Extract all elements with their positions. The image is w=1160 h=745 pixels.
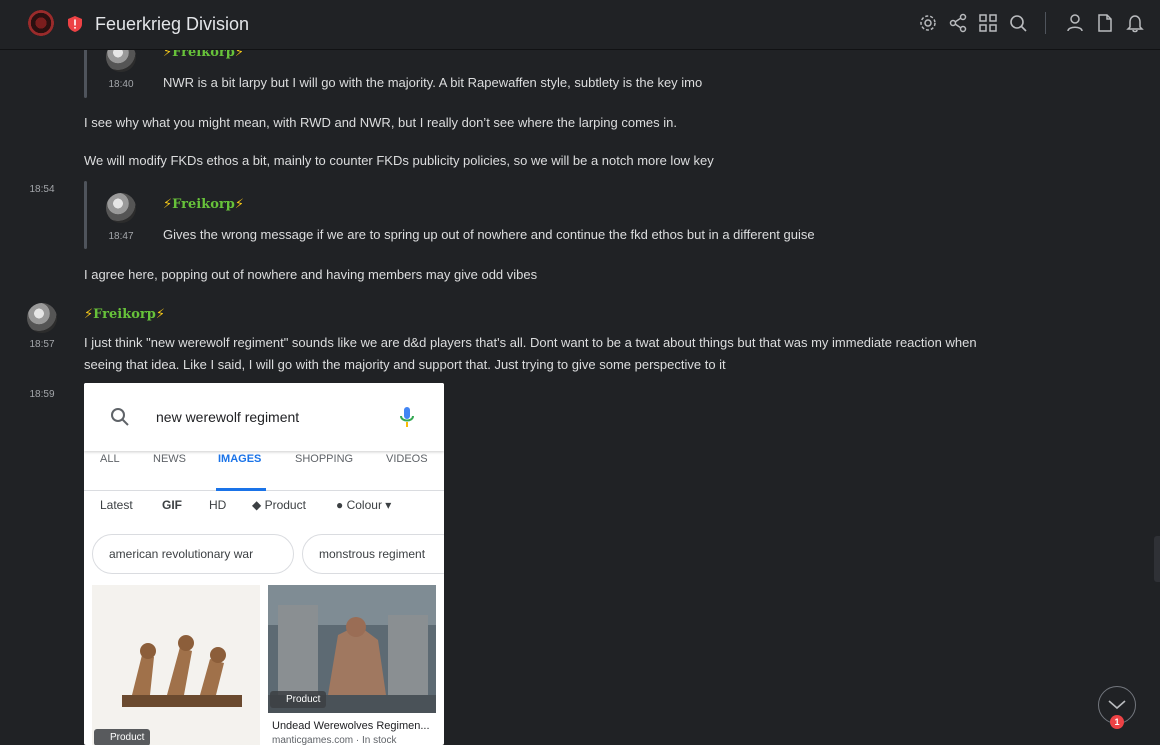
- toolbar-divider: [1045, 12, 1046, 34]
- mic-icon: [400, 407, 414, 427]
- product-badge: Product: [270, 691, 327, 708]
- tab-all: ALL: [100, 453, 120, 465]
- chevron-down-icon: [1108, 700, 1126, 710]
- result-thumbnail: [92, 585, 260, 745]
- quoted-text: NWR is a bit larpy but I will go with th…: [163, 75, 703, 90]
- file-icon[interactable]: [1094, 11, 1116, 35]
- message-text: We will modify FKDs ethos a bit, mainly …: [84, 153, 714, 168]
- timestamp: 18:47: [108, 231, 134, 242]
- image-attachment[interactable]: new werewolf regiment ALL NEWS IMAGES SH…: [84, 383, 444, 745]
- top-bar: Feuerkrieg Division: [0, 0, 1160, 50]
- quote-bar: [84, 181, 87, 249]
- settings-icon[interactable]: [917, 11, 939, 35]
- quote-author[interactable]: ⚡Freikorp⚡: [163, 197, 244, 212]
- message-text: I just think "new werewolf regiment" sou…: [84, 335, 977, 372]
- dropdown-icon: ▾: [381, 498, 392, 512]
- result-title: Undead Werewolves Regimen...: [272, 720, 430, 732]
- tab-shopping: SHOPPING: [295, 453, 354, 465]
- filter-product: ◆ Product: [252, 498, 306, 512]
- palette-icon: ●: [336, 498, 347, 512]
- filter-colour: ● Colour ▾: [336, 498, 392, 512]
- tab-videos: VIDEOS: [386, 453, 428, 465]
- avatar[interactable]: [27, 303, 57, 333]
- message-text: I see why what you might mean, with RWD …: [84, 115, 677, 130]
- timestamp: 18:40: [108, 79, 134, 90]
- filter-latest: Latest: [100, 498, 133, 512]
- unread-count-badge: 1: [1110, 715, 1124, 729]
- user-icon[interactable]: [1064, 11, 1086, 35]
- search-icon: [111, 408, 129, 426]
- search-icon[interactable]: [1007, 11, 1029, 35]
- scrollbar[interactable]: [1154, 536, 1160, 582]
- tab-news: NEWS: [153, 453, 186, 465]
- apps-grid-icon[interactable]: [977, 11, 999, 35]
- share-icon[interactable]: [947, 11, 969, 35]
- product-badge: Product: [94, 729, 151, 745]
- message-author[interactable]: ⚡Freikorp⚡: [84, 307, 165, 322]
- suggestion-chip: monstrous regiment: [302, 534, 444, 574]
- header-toolbar: [909, 11, 1146, 35]
- shield-alert-icon: [68, 16, 82, 32]
- avatar[interactable]: [106, 193, 136, 223]
- werewolf-figures-image: [92, 585, 260, 745]
- message-text: I agree here, popping out of nowhere and…: [84, 267, 538, 282]
- server-logo-icon[interactable]: [28, 10, 54, 36]
- suggestion-chip: american revolutionary war: [92, 534, 294, 574]
- timestamp: 18:59: [29, 389, 55, 400]
- quoted-text: Gives the wrong message if we are to spr…: [163, 227, 815, 242]
- tag-icon: ◆: [252, 498, 265, 512]
- result-source: manticgames.com · In stock: [272, 735, 397, 745]
- tab-images: IMAGES: [218, 453, 262, 465]
- timestamp: 18:54: [29, 184, 55, 195]
- bell-icon[interactable]: [1124, 11, 1146, 35]
- server-name: Feuerkrieg Division: [95, 14, 250, 34]
- timestamp: 18:57: [29, 339, 55, 350]
- search-query: new werewolf regiment: [156, 409, 300, 425]
- filter-hd: HD: [209, 498, 227, 512]
- filter-gif: GIF: [162, 498, 182, 512]
- search-bar: new werewolf regiment: [84, 383, 444, 451]
